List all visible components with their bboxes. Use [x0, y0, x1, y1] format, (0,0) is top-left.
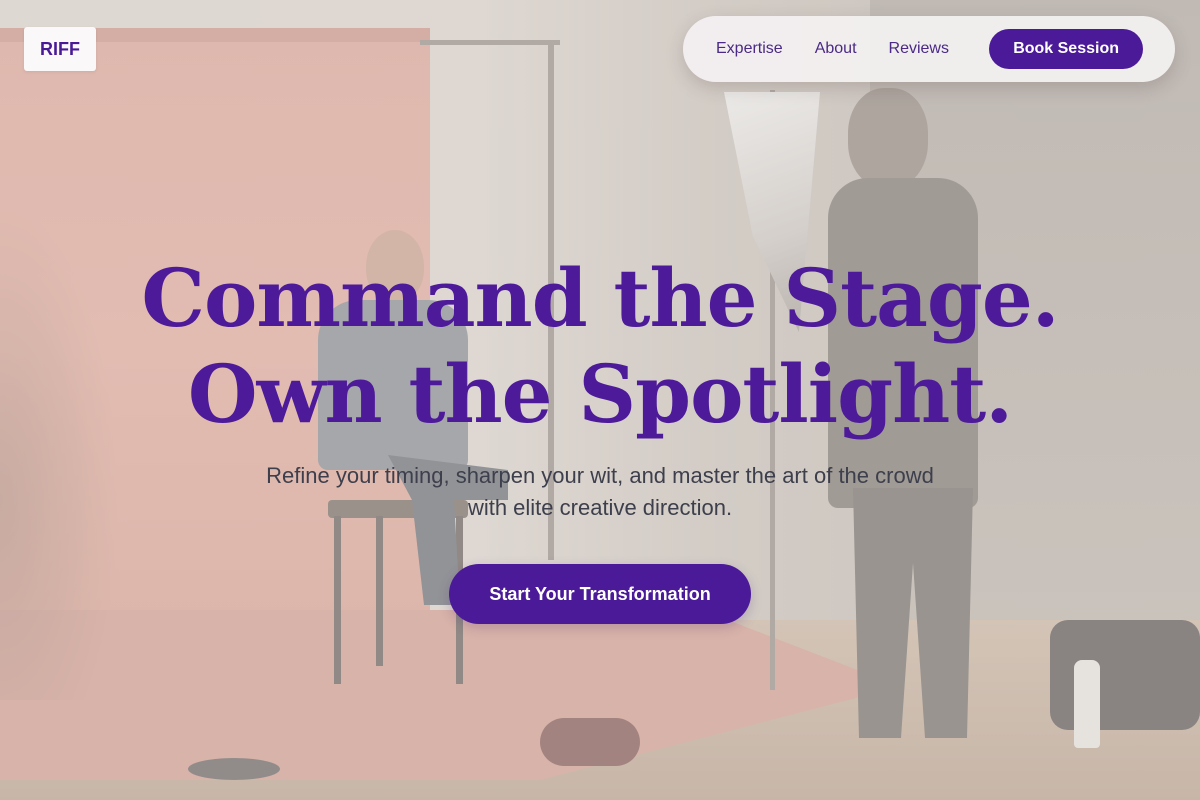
hero-title-line-2: Own the Spotlight. [187, 347, 1013, 441]
brand-logo-text: RIFF [40, 38, 80, 59]
hero-section: Command the Stage. Own the Spotlight. Re… [0, 250, 1200, 624]
top-navigation: Expertise About Reviews Book Session [683, 16, 1175, 82]
book-session-button[interactable]: Book Session [989, 29, 1143, 69]
hero-subtitle: Refine your timing, sharpen your wit, an… [266, 463, 934, 520]
nav-link-expertise[interactable]: Expertise [716, 40, 783, 58]
start-transformation-button[interactable]: Start Your Transformation [449, 564, 751, 624]
nav-link-reviews[interactable]: Reviews [889, 40, 949, 58]
nav-link-about[interactable]: About [815, 40, 857, 58]
hero-title: Command the Stage. Own the Spotlight. [0, 250, 1200, 442]
hero-title-line-1: Command the Stage. [141, 251, 1059, 345]
brand-logo[interactable]: RIFF [24, 27, 96, 71]
